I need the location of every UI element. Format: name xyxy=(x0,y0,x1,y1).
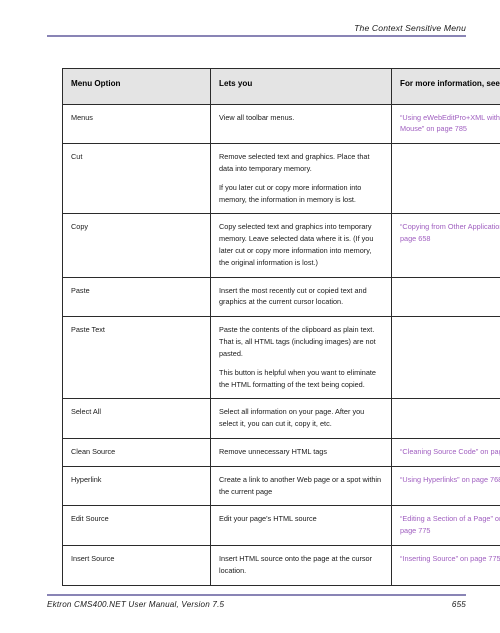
description-paragraph: Remove unnecessary HTML tags xyxy=(219,446,328,456)
table-row: Copy Copy selected text and graphics into… xyxy=(62,213,500,278)
cell-description: Insert the most recently cut or copied t… xyxy=(210,276,392,318)
cell-cross-reference: “Using eWebEditPro+XML without a Mouse” … xyxy=(391,103,500,145)
cross-reference-link[interactable]: “Using eWebEditPro+XML without a Mouse” … xyxy=(400,113,500,134)
cell-description: Copy selected text and graphics into tem… xyxy=(210,213,392,278)
table-row: Paste Text Paste the contents of the clip… xyxy=(62,316,500,400)
running-header-title: The Context Sensitive Menu xyxy=(354,23,466,33)
cell-description: Create a link to another Web page or a s… xyxy=(210,465,392,507)
table-row: Menus View all toolbar menus. “Using eWebE… xyxy=(62,103,500,145)
description-paragraph: View all toolbar menus. xyxy=(219,112,295,122)
cell-menu-option: Select All xyxy=(62,398,211,439)
table-header-row: Menu Option Lets you For more informatio… xyxy=(62,68,500,105)
cell-cross-reference xyxy=(391,276,500,318)
table-row: Select All Select all information on your… xyxy=(62,398,500,439)
footer-page-number: 655 xyxy=(451,600,466,609)
cell-description: Remove selected text and graphics. Place… xyxy=(210,143,392,215)
cell-menu-option: Menus xyxy=(62,103,211,145)
table-header: Menu Option Lets you For more informatio… xyxy=(62,68,500,105)
cross-reference-link[interactable]: “Editing a Section of a Page” on page 77… xyxy=(400,514,500,535)
cross-reference-link[interactable]: “Inserting Source” on page 775 xyxy=(400,554,500,563)
description-paragraph: Paste the contents of the clipboard as p… xyxy=(219,325,376,358)
description-paragraph: If you later cut or copy more informatio… xyxy=(219,182,362,204)
cell-cross-reference: “Editing a Section of a Page” on page 77… xyxy=(391,505,500,547)
footer-rule xyxy=(47,594,466,596)
description-paragraph: Select all information on your page. Aft… xyxy=(219,407,365,429)
description-paragraph: Insert the most recently cut or copied t… xyxy=(219,285,367,307)
cell-cross-reference xyxy=(391,143,500,215)
cell-cross-reference: “Copying from Other Applications” on pag… xyxy=(391,213,500,278)
cell-menu-option: Edit Source xyxy=(62,505,211,547)
running-header: The Context Sensitive Menu xyxy=(47,18,466,36)
cell-menu-option: Paste Text xyxy=(62,316,211,400)
cell-description: Insert HTML source onto the page at the … xyxy=(210,545,392,586)
table-row: Paste Insert the most recently cut or cop… xyxy=(62,276,500,318)
table-row: Hyperlink Create a link to another Web pa… xyxy=(62,465,500,507)
cell-menu-option: Insert Source xyxy=(62,545,211,586)
cell-description: Edit your page’s HTML source xyxy=(210,505,392,547)
description-paragraph: Insert HTML source onto the page at the … xyxy=(219,554,373,575)
column-header-lets-you: Lets you xyxy=(210,68,392,105)
cross-reference-link[interactable]: “Using Hyperlinks” on page 768 xyxy=(400,475,500,484)
cell-menu-option: Clean Source xyxy=(62,437,211,467)
description-paragraph: Remove selected text and graphics. Place… xyxy=(219,152,370,173)
column-header-for-more-information: For more information, see xyxy=(391,68,500,105)
context-menu-options-table: Menu Option Lets you For more informatio… xyxy=(62,68,500,586)
table-row: Clean Source Remove unnecessary HTML tags… xyxy=(62,437,500,467)
header-rule xyxy=(47,35,466,37)
cell-menu-option: Hyperlink xyxy=(62,465,211,507)
description-paragraph: Edit your page’s HTML source xyxy=(219,514,317,524)
description-paragraph: This button is helpful when you want to … xyxy=(219,367,376,389)
cell-menu-option: Paste xyxy=(62,276,211,318)
cell-cross-reference: “Using Hyperlinks” on page 768 xyxy=(391,465,500,507)
cell-description: Remove unnecessary HTML tags xyxy=(210,437,392,467)
description-paragraph: Create a link to another Web page or a s… xyxy=(219,474,382,496)
column-header-menu-option: Menu Option xyxy=(62,68,211,105)
cell-cross-reference xyxy=(391,398,500,439)
table-row: Edit Source Edit your page’s HTML source “… xyxy=(62,505,500,547)
cell-description: Paste the contents of the clipboard as p… xyxy=(210,316,392,400)
cell-menu-option: Copy xyxy=(62,213,211,278)
table-body: Menus View all toolbar menus. “Using eWebE… xyxy=(62,103,500,586)
cross-reference-link[interactable]: “Cleaning Source Code” on page 776 xyxy=(400,447,500,456)
footer-manual-title: Ektron CMS400.NET User Manual, Version 7… xyxy=(47,600,225,609)
description-paragraph: Copy selected text and graphics into tem… xyxy=(219,222,374,267)
cell-cross-reference: “Cleaning Source Code” on page 776 xyxy=(391,437,500,467)
document-page: The Context Sensitive Menu Menu Option L… xyxy=(0,0,500,633)
cell-description: View all toolbar menus. xyxy=(210,103,392,145)
cell-description: Select all information on your page. Aft… xyxy=(210,398,392,439)
table-row: Cut Remove selected text and graphics. Pl… xyxy=(62,143,500,215)
table-row: Insert Source Insert HTML source onto the… xyxy=(62,545,500,586)
cell-cross-reference: “Inserting Source” on page 775 xyxy=(391,545,500,586)
cell-menu-option: Cut xyxy=(62,143,211,215)
running-footer: Ektron CMS400.NET User Manual, Version 7… xyxy=(47,600,466,609)
cross-reference-link[interactable]: “Copying from Other Applications” on pag… xyxy=(400,222,500,243)
cell-cross-reference xyxy=(391,316,500,400)
